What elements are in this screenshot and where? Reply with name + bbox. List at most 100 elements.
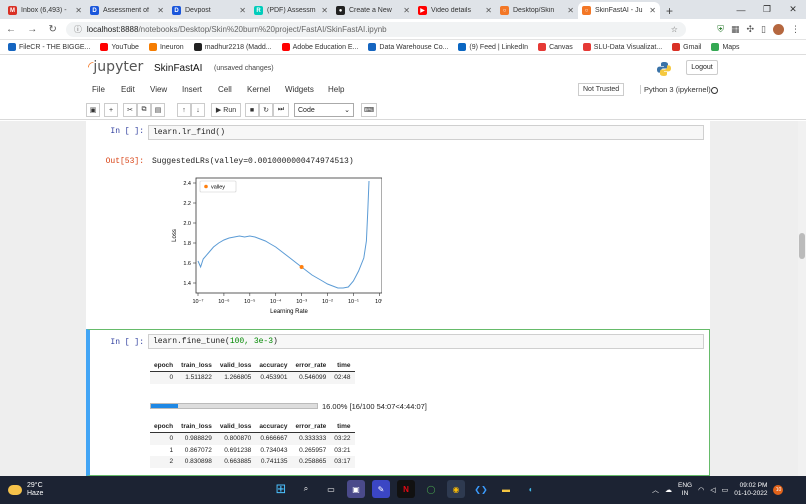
jupyter-logo[interactable]: ◜jupyter [88,59,143,75]
xbox-icon[interactable]: ◯ [422,480,440,498]
move-down-icon[interactable]: ↓ [191,103,205,117]
search-icon[interactable]: ⌕ [297,480,315,498]
edge-icon[interactable]: ◐ [522,480,540,498]
cell-type-select[interactable]: Code ⌄ [294,103,354,117]
browser-tab[interactable]: R (PDF) Assessm ✕ [250,2,332,19]
bookmark-item[interactable]: Canvas [538,43,573,51]
table-cell: 1.511822 [177,371,216,384]
restore-icon[interactable]: ❐ [754,4,780,15]
interrupt-icon[interactable]: ■ [245,103,259,117]
bookmark-item[interactable]: SLU-Data Visualizat... [582,43,662,51]
kebab-menu-icon[interactable]: ⋮ [791,24,800,35]
vertical-scrollbar[interactable] [798,121,806,476]
reload-icon[interactable]: ↻ [48,24,56,35]
windows-start-icon[interactable]: ⊞ [272,480,290,498]
trusted-indicator[interactable]: Not Trusted [578,83,625,96]
bookmark-item[interactable]: Gmail [672,43,701,51]
star-icon[interactable]: ☆ [671,25,678,34]
copy-icon[interactable]: ⧉ [137,103,151,117]
close-tab-icon[interactable]: ✕ [75,6,82,15]
forward-arrow-icon[interactable]: → [27,24,37,35]
browser-tab[interactable]: ● Create a New ✕ [332,2,414,19]
shield-icon[interactable]: ⛨ [717,24,724,35]
language-indicator[interactable]: ENG IN [678,482,692,498]
cut-icon[interactable]: ✂ [123,103,137,117]
code-cell-input[interactable]: learn.lr_find() [148,125,704,140]
restart-icon[interactable]: ↻ [259,103,273,117]
menu-insert[interactable]: Insert [182,85,202,94]
menu-file[interactable]: File [92,85,105,94]
cloud-icon[interactable]: ☁ [665,486,672,494]
logout-button[interactable]: Logout [686,60,718,75]
close-tab-icon[interactable]: ✕ [239,6,246,15]
close-tab-icon[interactable]: ✕ [567,6,574,15]
puzzle-icon[interactable]: ✣ [747,24,755,35]
restart-run-all-icon[interactable]: ⏭ [273,103,289,117]
bookmark-item[interactable]: madhur2218 (Madd... [193,43,272,51]
url-field[interactable]: ⓘ localhost:8888/notebooks/Desktop/Skin%… [65,21,686,37]
new-tab-button[interactable]: + [666,2,673,19]
chrome-icon[interactable]: ◉ [447,480,465,498]
battery-icon[interactable]: ▭ [722,486,729,494]
browser-tab[interactable]: M Inbox (6,493) - ✕ [4,2,86,19]
browser-tab[interactable]: ○ Desktop/Skin ✕ [496,2,578,19]
notebook-name[interactable]: SkinFastAI [154,63,202,74]
speaker-icon[interactable]: ◁ [710,486,715,494]
vscode-icon[interactable]: ❮❯ [472,480,490,498]
kernel-status-icon [711,87,718,94]
close-tab-icon[interactable]: ✕ [321,6,328,15]
chat-icon[interactable]: ▣ [347,480,365,498]
minimize-icon[interactable]: — [728,5,754,15]
scrollbar-thumb[interactable] [799,233,805,259]
info-icon[interactable]: ⓘ [74,24,82,35]
bookmark-item[interactable]: Adobe Education E... [281,43,358,51]
code-cell-input[interactable]: learn.fine_tune(100, 3e-3) [148,334,704,349]
cell-type-value: Code [298,106,315,114]
menu-kernel[interactable]: Kernel [247,85,270,94]
close-window-icon[interactable]: ✕ [780,4,806,15]
run-button[interactable]: ▶ Run [211,103,241,117]
browser-tab[interactable]: ▶ Video details ✕ [414,2,496,19]
bookmark-item[interactable]: Maps [711,43,740,51]
bookmark-item[interactable]: Data Warehouse Co... [368,43,448,51]
whiteboard-icon[interactable]: ✎ [372,480,390,498]
keyboard-icon[interactable]: ⌨ [361,103,377,117]
file-explorer-icon[interactable]: ▬ [497,480,515,498]
bookmark-item[interactable]: FileCR - THE BIGGE... [8,43,90,51]
insert-cell-icon[interactable]: + [104,103,118,117]
menu-view[interactable]: View [150,85,167,94]
netflix-icon[interactable]: N [397,480,415,498]
close-tab-icon[interactable]: ✕ [485,6,492,15]
browser-tab[interactable]: ○ SkinFastAI - Ju ✕ [578,2,660,19]
sidebar-icon[interactable]: ▯ [761,24,766,35]
menu-help[interactable]: Help [328,85,344,94]
close-tab-icon[interactable]: ✕ [649,6,656,15]
kernel-indicator[interactable]: Python 3 (ipykernel) [640,85,711,94]
chevron-up-icon[interactable]: ︿ [652,485,659,495]
move-up-icon[interactable]: ↑ [177,103,191,117]
save-icon[interactable]: ▣ [86,103,100,117]
menu-cell[interactable]: Cell [218,85,232,94]
url-host: localhost:8888 [86,24,139,34]
bookmark-item[interactable]: (9) Feed | LinkedIn [458,43,528,51]
menu-edit[interactable]: Edit [121,85,135,94]
table-cell: 0.867072 [184,446,212,454]
bookmark-item[interactable]: YouTube [100,43,139,51]
browser-tab[interactable]: D Devpost ✕ [168,2,250,19]
back-arrow-icon[interactable]: ← [6,24,16,35]
table-cell: 03:21 [334,446,351,454]
profile-avatar[interactable] [773,23,784,35]
browser-tab[interactable]: D Assessment of ✕ [86,2,168,19]
paste-icon[interactable]: ▤ [151,103,165,117]
task-view-icon[interactable]: ▭ [322,480,340,498]
wifi-icon[interactable]: ◠ [698,486,704,494]
notification-badge[interactable]: 10 [773,485,784,495]
close-tab-icon[interactable]: ✕ [403,6,410,15]
clock[interactable]: 09:02 PM 01-10-2022 [734,482,767,498]
menu-widgets[interactable]: Widgets [285,85,314,94]
bookmark-item[interactable]: Ineuron [148,43,184,51]
grid-extension-icon[interactable]: ▦ [731,24,740,35]
weather-widget[interactable]: 29°C Haze [8,482,43,498]
close-tab-icon[interactable]: ✕ [157,6,164,15]
taskbar-apps: ⊞ ⌕ ▭ ▣ ✎ N ◯ ◉ ❮❯ ▬ ◐ [272,480,540,498]
